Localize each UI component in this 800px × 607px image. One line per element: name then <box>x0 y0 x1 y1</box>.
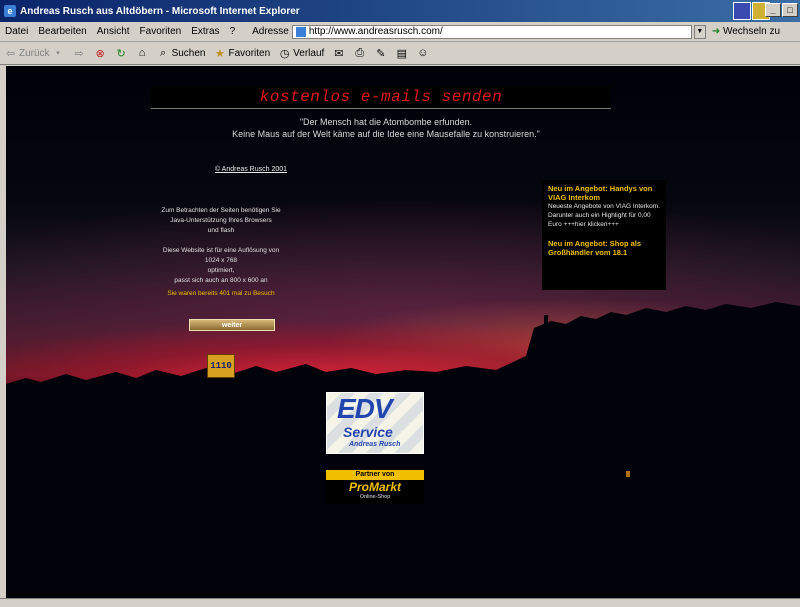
back-dropdown-icon: ▾ <box>56 50 60 57</box>
forward-button[interactable]: ⇨ <box>69 47 90 60</box>
ie-icon: e <box>4 5 16 17</box>
edv-logo-line-1: EDV <box>337 393 393 424</box>
back-label: Zurück <box>19 47 50 59</box>
search-icon: ⌕ <box>159 46 167 59</box>
skyline-silhouette <box>6 302 800 598</box>
discuss-button[interactable]: ▤ <box>391 47 412 60</box>
promarkt-shop: Online-Shop <box>359 494 391 500</box>
promarkt-partner-label: Partner von <box>326 470 424 480</box>
menu-bearbeiten[interactable]: Bearbeiten <box>33 26 91 37</box>
favorites-icon: ★ <box>215 47 225 60</box>
favorites-label: Favoriten <box>228 47 271 59</box>
resolution-info: Diese Website ist für eine Auflösung von… <box>136 246 306 286</box>
page-content: kostenlos e-mails senden "Der Mensch hat… <box>6 66 800 598</box>
address-field[interactable]: http://www.andreasrusch.com/ <box>291 24 692 39</box>
news-body-1[interactable]: Neueste Angebote von VIAG Interkom. Daru… <box>548 202 660 229</box>
promarkt-brand: ProMarkt <box>348 480 401 494</box>
menu-bar: Datei Bearbeiten Ansicht Favoriten Extra… <box>0 22 800 42</box>
heading-bar: kostenlos e-mails senden <box>151 86 611 109</box>
java-line-3: und flash <box>207 227 235 234</box>
refresh-button[interactable]: ↻ <box>111 47 132 60</box>
res-line-4: passt sich auch an 800 x 600 an <box>174 277 268 284</box>
res-line-3: optimiert, <box>207 267 235 274</box>
visit-counter-text: Sie waren bereits 401 mal zu Besuch <box>167 290 275 297</box>
minimize-button[interactable]: _ <box>765 3 781 17</box>
edit-button[interactable]: ✎ <box>370 47 391 60</box>
hit-counter: 1110 <box>207 354 235 378</box>
java-info: Zum Betrachten der Seiten benötigen Sie … <box>136 206 306 236</box>
edv-service-logo[interactable]: EDV Service Andreas Rusch <box>326 392 424 454</box>
news-title-2[interactable]: Neu im Angebot: Shop als Großhändler vom… <box>548 239 660 257</box>
mail-button[interactable]: ✉ <box>328 47 349 60</box>
page-icon <box>295 26 306 37</box>
edv-logo-line-3: Andreas Rusch <box>349 441 401 448</box>
page-heading[interactable]: kostenlos e-mails senden <box>260 88 502 106</box>
favorites-button[interactable]: ★ Favoriten <box>209 47 274 60</box>
news-box: Neu im Angebot: Handys von VIAG Interkom… <box>542 180 666 290</box>
stop-button[interactable]: ⊗ <box>90 47 111 60</box>
promarkt-banner[interactable]: Partner von ProMarkt Online-Shop <box>326 470 424 504</box>
window-title: Andreas Rusch aus Altdöbern - Microsoft … <box>20 5 300 17</box>
home-icon: ⌂ <box>138 47 146 59</box>
mail-icon: ✉ <box>334 47 344 60</box>
address-value: http://www.andreasrusch.com/ <box>308 26 443 37</box>
title-bar: e Andreas Rusch aus Altdöbern - Microsof… <box>0 0 800 22</box>
quote-line-2: Keine Maus auf der Welt käme auf die Ide… <box>232 129 540 139</box>
back-arrow-icon: ⇦ <box>5 47 16 60</box>
windows-logo-icon <box>733 2 751 20</box>
menu-favoriten[interactable]: Favoriten <box>135 26 187 37</box>
back-button[interactable]: ⇦ Zurück ▾ <box>0 47 69 60</box>
menu-datei[interactable]: Datei <box>0 26 33 37</box>
java-line-2: Java-Unterstützung Ihres Browsers <box>170 217 272 224</box>
edv-logo-line-2: Service <box>343 424 393 440</box>
quote: "Der Mensch hat die Atombombe erfunden. … <box>166 116 606 140</box>
messenger-icon: ☺ <box>417 47 429 59</box>
stop-icon: ⊗ <box>95 47 105 60</box>
refresh-icon: ↻ <box>116 47 126 60</box>
address-dropdown-icon[interactable]: ▼ <box>693 24 706 39</box>
browser-window: e Andreas Rusch aus Altdöbern - Microsof… <box>0 0 800 607</box>
go-button[interactable]: ➜ Wechseln zu <box>712 26 780 37</box>
address-label: Adresse <box>252 26 289 37</box>
messenger-button[interactable]: ☺ <box>412 47 433 60</box>
menu-extras[interactable]: Extras <box>186 26 224 37</box>
java-line-1: Zum Betrachten der Seiten benötigen Sie <box>161 207 281 214</box>
forward-arrow-icon: ⇨ <box>74 47 84 60</box>
res-line-2: 1024 x 768 <box>204 257 238 264</box>
home-button[interactable]: ⌂ <box>132 47 153 60</box>
go-label: Wechseln zu <box>722 26 781 37</box>
search-label: Suchen <box>171 47 206 59</box>
history-button[interactable]: ◷ Verlauf <box>274 47 328 60</box>
discuss-icon: ▤ <box>396 47 408 60</box>
menu-ansicht[interactable]: Ansicht <box>92 26 135 37</box>
res-line-1: Diese Website ist für eine Auflösung von <box>162 247 280 254</box>
quote-line-1: "Der Mensch hat die Atombombe erfunden. <box>299 117 473 127</box>
menu-help[interactable]: ? <box>225 26 241 37</box>
edit-icon: ✎ <box>376 47 386 60</box>
history-label: Verlauf <box>293 47 325 59</box>
history-icon: ◷ <box>279 47 290 60</box>
news-title-1[interactable]: Neu im Angebot: Handys von VIAG Interkom <box>548 184 660 202</box>
weiter-button[interactable]: weiter <box>189 319 275 331</box>
maximize-button[interactable]: □ <box>782 3 798 17</box>
toolbar: ⇦ Zurück ▾ ⇨ ⊗ ↻ ⌂ ⌕ Suchen ★ Favoriten … <box>0 42 800 65</box>
go-arrow-icon: ➜ <box>711 26 721 37</box>
print-icon: ⎙ <box>355 46 365 59</box>
copyright-link[interactable]: © Andreas Rusch 2001 <box>196 166 306 173</box>
search-button[interactable]: ⌕ Suchen <box>153 47 210 60</box>
print-button[interactable]: ⎙ <box>349 47 370 60</box>
